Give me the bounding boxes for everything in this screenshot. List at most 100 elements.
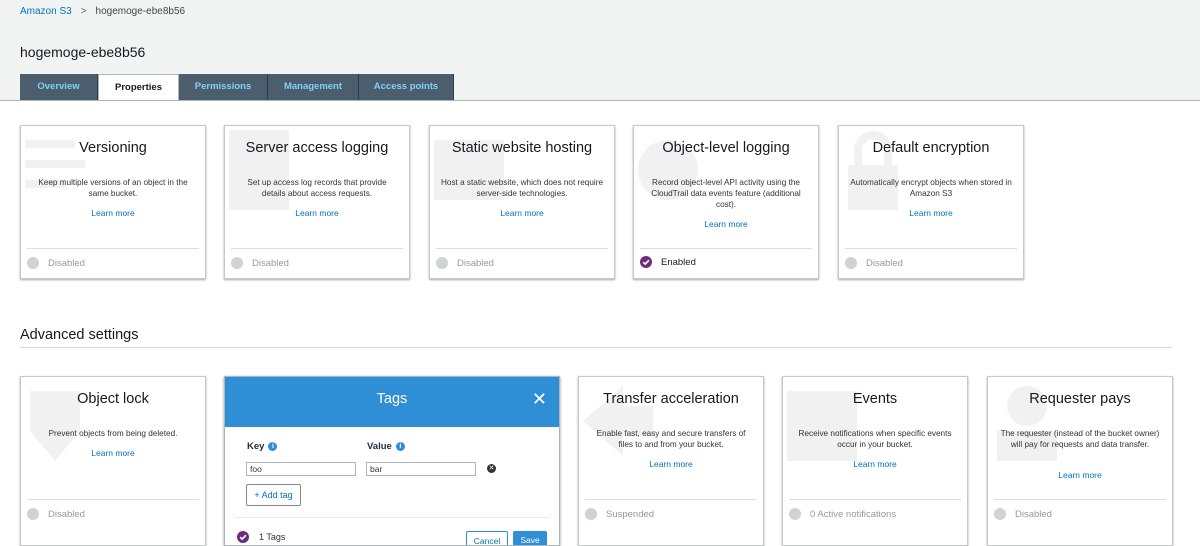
status-indicator: Disabled	[845, 257, 903, 269]
card-title: Events	[852, 391, 898, 407]
card-divider	[27, 499, 199, 500]
events-card[interactable]: Events Receive notifications when specif…	[782, 376, 968, 546]
tags-check-icon	[237, 531, 249, 543]
card-title: Transfer acceleration	[603, 391, 739, 407]
key-info-icon[interactable]: i	[268, 441, 278, 451]
card-title: Static website hosting	[451, 140, 593, 156]
card-title: Default encryption	[872, 140, 990, 156]
status-indicator: Disabled	[994, 508, 1052, 520]
tab-bar: Overview Properties Permissions Manageme…	[20, 74, 454, 101]
status-label: Suspended	[606, 508, 655, 520]
learn-more-link[interactable]: Learn more	[225, 208, 409, 218]
status-indicator: Disabled	[27, 508, 85, 520]
value-info-icon[interactable]: i	[395, 441, 405, 451]
learn-more-link[interactable]: Learn more	[21, 448, 205, 458]
tab-properties[interactable]: Properties	[98, 74, 179, 101]
status-indicator: Disabled	[231, 257, 289, 269]
tabs-divider	[0, 100, 1200, 101]
card-description: Enable fast, easy and secure transfers o…	[596, 429, 746, 449]
learn-more-link[interactable]: Learn more	[21, 208, 205, 218]
status-label: Disabled	[48, 257, 85, 269]
status-dot-icon	[27, 508, 39, 520]
tags-panel-title: Tags	[376, 391, 408, 407]
tags-panel-header: Tags ✕	[225, 377, 559, 427]
enabled-check-icon	[640, 256, 652, 268]
status-dot-icon	[27, 257, 39, 269]
server-access-logging-card[interactable]: Server access logging Set up access log …	[224, 125, 410, 279]
card-description: Set up access log records that provide d…	[247, 178, 387, 198]
tags-panel: Tags ✕ Keyi Valuei ✕ + Add tag 1 Tags Ca…	[224, 376, 560, 546]
status-dot-icon	[845, 257, 857, 269]
card-description: The requester (instead of the bucket own…	[1000, 429, 1160, 449]
requester-pays-card[interactable]: Requester pays The requester (instead of…	[987, 376, 1173, 546]
key-label-text: Key	[247, 441, 265, 452]
status-label: 0 Active notifications	[810, 508, 897, 520]
card-divider	[231, 248, 403, 249]
card-divider	[789, 499, 961, 500]
card-description: Record object-level API activity using t…	[651, 178, 801, 209]
learn-more-link[interactable]: Learn more	[634, 219, 818, 229]
object-lock-card[interactable]: Object lock Prevent objects from being d…	[20, 376, 206, 546]
card-title: Object lock	[77, 391, 149, 407]
breadcrumb-amazon-s3[interactable]: Amazon S3	[20, 6, 72, 17]
value-label: Value i	[367, 441, 405, 452]
breadcrumb-separator: >	[80, 6, 87, 17]
card-divider	[640, 248, 812, 249]
status-dot-icon	[789, 508, 801, 520]
card-divider	[994, 499, 1166, 500]
tab-overview[interactable]: Overview	[20, 74, 98, 100]
status-indicator: 0 Active notifications	[789, 508, 896, 520]
default-encryption-card[interactable]: Default encryption Automatically encrypt…	[838, 125, 1024, 279]
add-tag-button[interactable]: + Add tag	[246, 484, 301, 506]
status-indicator: Disabled	[27, 257, 85, 269]
status-dot-icon	[231, 257, 243, 269]
key-label: Key i	[247, 441, 278, 452]
page-title: hogemoge-ebe8b56	[20, 44, 146, 60]
breadcrumb-current: hogemoge-ebe8b56	[95, 6, 186, 17]
card-title: Versioning	[79, 140, 147, 156]
card-title: Requester pays	[1029, 391, 1131, 407]
card-divider	[585, 499, 757, 500]
status-label: Disabled	[457, 257, 494, 269]
card-divider	[436, 248, 608, 249]
tags-footer-divider	[235, 517, 549, 518]
advanced-settings-divider	[20, 347, 1172, 348]
tags-count: 1 Tags	[237, 531, 285, 543]
close-icon[interactable]: ✕	[532, 390, 547, 408]
status-dot-icon	[585, 508, 597, 520]
value-label-text: Value	[367, 441, 392, 452]
transfer-acceleration-card[interactable]: Transfer acceleration Enable fast, easy …	[578, 376, 764, 546]
card-divider	[27, 248, 199, 249]
status-label: Enabled	[661, 256, 696, 268]
static-website-hosting-card[interactable]: Static website hosting Host a static web…	[429, 125, 615, 279]
card-title: Server access logging	[245, 140, 389, 156]
status-dot-icon	[994, 508, 1006, 520]
status-dot-icon	[436, 257, 448, 269]
tab-access-points[interactable]: Access points	[359, 74, 454, 100]
tab-management[interactable]: Management	[268, 74, 359, 100]
status-indicator: Suspended	[585, 508, 654, 520]
advanced-settings-heading: Advanced settings	[20, 327, 139, 343]
cancel-button[interactable]: Cancel	[466, 531, 508, 545]
tab-permissions[interactable]: Permissions	[179, 74, 268, 100]
save-button[interactable]: Save	[513, 531, 547, 545]
tag-value-input[interactable]	[366, 462, 476, 476]
card-description: Receive notifications when specific even…	[798, 429, 952, 449]
learn-more-link[interactable]: Learn more	[783, 459, 967, 469]
remove-tag-icon[interactable]: ✕	[487, 464, 496, 473]
learn-more-link[interactable]: Learn more	[579, 459, 763, 469]
versioning-card[interactable]: Versioning Keep multiple versions of an …	[20, 125, 206, 279]
learn-more-link[interactable]: Learn more	[430, 208, 614, 218]
status-label: Disabled	[48, 508, 85, 520]
status-indicator: Disabled	[436, 257, 494, 269]
card-description: Automatically encrypt objects when store…	[850, 178, 1012, 198]
tag-key-input[interactable]	[246, 462, 356, 476]
object-level-logging-card[interactable]: Object-level logging Record object-level…	[633, 125, 819, 279]
card-description: Host a static website, which does not re…	[440, 178, 603, 198]
learn-more-link[interactable]: Learn more	[988, 470, 1172, 480]
status-indicator: Enabled	[640, 256, 696, 268]
card-title: Object-level logging	[662, 140, 790, 156]
learn-more-link[interactable]: Learn more	[839, 208, 1023, 218]
card-divider	[845, 248, 1017, 249]
breadcrumb: Amazon S3 > hogemoge-ebe8b56	[20, 6, 185, 17]
